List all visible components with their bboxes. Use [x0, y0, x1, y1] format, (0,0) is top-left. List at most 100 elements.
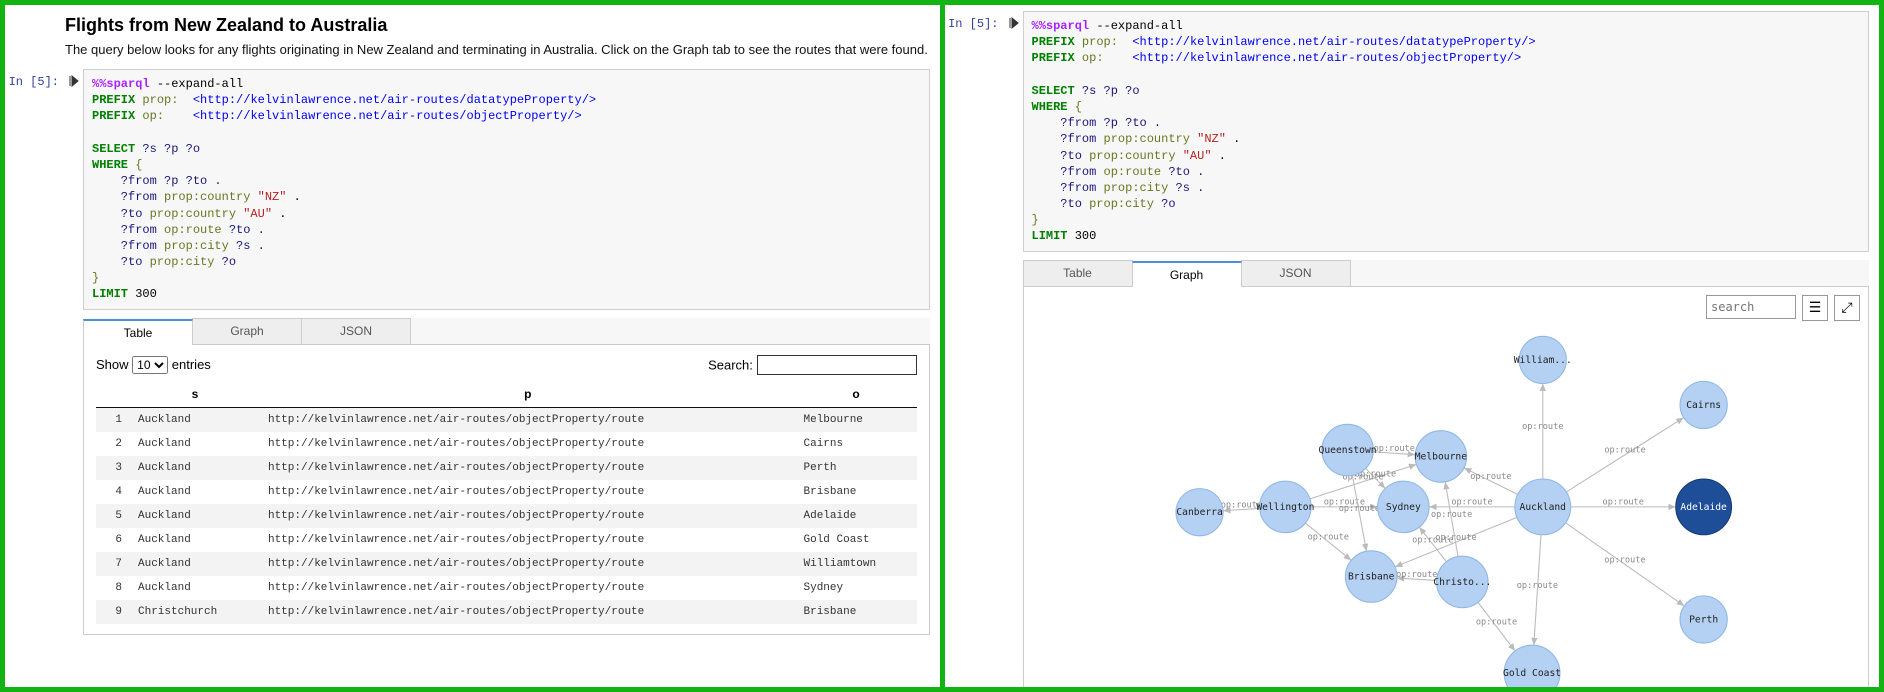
- cell-output: Table Graph JSON Show 10 entries Search:: [83, 318, 930, 635]
- graph-node-goldcoast[interactable]: Gold Coast: [1503, 645, 1561, 687]
- graph-edge[interactable]: op:route: [1430, 481, 1471, 556]
- graph-edge[interactable]: op:route: [1570, 497, 1675, 507]
- edge-label: op:route: [1522, 422, 1563, 432]
- cell-s: Auckland: [130, 552, 260, 576]
- code-cell: In [5]: %%sparql --expand-all PREFIX pro…: [945, 11, 1870, 252]
- graph-node-wellington[interactable]: Wellington: [1256, 481, 1314, 532]
- legend-icon[interactable]: ☰: [1802, 295, 1828, 321]
- row-index: 1: [96, 407, 130, 432]
- graph-edge[interactable]: op:route: [1522, 383, 1563, 478]
- graph-panel[interactable]: ☰ ⤢ op:routeop:routeop:routeop:routeop:r…: [1023, 287, 1870, 687]
- entries-select[interactable]: 10: [132, 356, 168, 374]
- tab-json[interactable]: JSON: [301, 318, 411, 344]
- run-cell-icon[interactable]: [1005, 11, 1023, 252]
- graph-edge[interactable]: op:route: [1373, 444, 1415, 455]
- graph-node-perth[interactable]: Perth: [1680, 596, 1727, 643]
- graph-node-cairns[interactable]: Cairns: [1680, 381, 1727, 428]
- graph-node-christo[interactable]: Christo...: [1433, 556, 1491, 607]
- col-s[interactable]: s: [130, 381, 260, 408]
- table-row[interactable]: 2 Auckland http://kelvinlawrence.net/air…: [96, 432, 917, 456]
- graph-edge[interactable]: op:route: [1305, 523, 1351, 560]
- graph-edge[interactable]: op:route: [1396, 570, 1437, 580]
- cell-p: http://kelvinlawrence.net/air-routes/obj…: [260, 432, 796, 456]
- graph-edge[interactable]: op:route: [1565, 522, 1684, 605]
- tab-table[interactable]: Table: [83, 319, 193, 345]
- graph-node-william[interactable]: William...: [1513, 336, 1571, 383]
- graph-node-melbourne[interactable]: Melbourne: [1414, 430, 1466, 481]
- cell-s: Auckland: [130, 432, 260, 456]
- row-index: 5: [96, 504, 130, 528]
- cell-s: Auckland: [130, 456, 260, 480]
- tab-graph[interactable]: Graph: [192, 318, 302, 344]
- edge-label: op:route: [1451, 497, 1492, 507]
- edge-label: op:route: [1338, 504, 1379, 514]
- graph-edge[interactable]: op:route: [1566, 417, 1683, 491]
- cell-p: http://kelvinlawrence.net/air-routes/obj…: [260, 528, 796, 552]
- table-panel: Show 10 entries Search: s: [83, 345, 930, 635]
- edge-label: op:route: [1470, 472, 1511, 482]
- tab-table[interactable]: Table: [1023, 260, 1133, 286]
- cell-s: Auckland: [130, 528, 260, 552]
- cell-p: http://kelvinlawrence.net/air-routes/obj…: [260, 576, 796, 600]
- edge-label: op:route: [1475, 617, 1516, 627]
- section-description: The query below looks for any flights or…: [65, 42, 930, 57]
- table-row[interactable]: 5 Auckland http://kelvinlawrence.net/air…: [96, 504, 917, 528]
- graph-toolbar: ☰ ⤢: [1706, 295, 1860, 321]
- graph-node-canberra[interactable]: Canberra: [1175, 488, 1222, 535]
- edge-label: op:route: [1220, 500, 1261, 510]
- table-row[interactable]: 6 Auckland http://kelvinlawrence.net/air…: [96, 528, 917, 552]
- tab-graph[interactable]: Graph: [1132, 261, 1242, 287]
- graph-edge[interactable]: op:route: [1220, 500, 1261, 510]
- table-search-input[interactable]: [757, 355, 917, 375]
- cell-o: Brisbane: [796, 480, 917, 504]
- code-editor[interactable]: %%sparql --expand-all PREFIX prop: <http…: [1023, 11, 1870, 252]
- edge-label: op:route: [1373, 444, 1414, 454]
- cell-output: Table Graph JSON ☰ ⤢: [1023, 260, 1870, 687]
- graph-edge[interactable]: op:route: [1463, 467, 1517, 494]
- cell-p: http://kelvinlawrence.net/air-routes/obj…: [260, 480, 796, 504]
- row-index: 7: [96, 552, 130, 576]
- code-cell: In [5]: %%sparql --expand-all PREFIX pro…: [5, 69, 930, 310]
- cell-p: http://kelvinlawrence.net/air-routes/obj…: [260, 504, 796, 528]
- fullscreen-icon[interactable]: ⤢: [1834, 295, 1860, 321]
- table-row[interactable]: 4 Auckland http://kelvinlawrence.net/air…: [96, 480, 917, 504]
- cell-o: Brisbane: [796, 600, 917, 624]
- edge-label: op:route: [1430, 510, 1471, 520]
- tab-json[interactable]: JSON: [1241, 260, 1351, 286]
- graph-node-brisbane[interactable]: Brisbane: [1345, 550, 1396, 601]
- row-index: 4: [96, 480, 130, 504]
- output-tabs: Table Graph JSON: [1023, 260, 1870, 287]
- table-row[interactable]: 1 Auckland http://kelvinlawrence.net/air…: [96, 407, 917, 432]
- table-row[interactable]: 8 Auckland http://kelvinlawrence.net/air…: [96, 576, 917, 600]
- code-editor[interactable]: %%sparql --expand-all PREFIX prop: <http…: [83, 69, 930, 310]
- col-o[interactable]: o: [796, 381, 917, 408]
- left-panel: Flights from New Zealand to Australia Th…: [5, 5, 940, 687]
- run-cell-icon[interactable]: [65, 69, 83, 310]
- graph-node-auckland[interactable]: Auckland: [1514, 479, 1570, 535]
- col-index[interactable]: [96, 381, 130, 408]
- graph-node-queenstown[interactable]: Queenstown: [1318, 424, 1376, 475]
- edge-label: op:route: [1604, 445, 1645, 455]
- graph-edge[interactable]: op:route: [1475, 602, 1516, 651]
- col-p[interactable]: p: [260, 381, 796, 408]
- cell-s: Auckland: [130, 576, 260, 600]
- cell-prompt: In [5]:: [5, 69, 65, 310]
- graph-node-sydney[interactable]: Sydney: [1377, 481, 1428, 532]
- row-index: 2: [96, 432, 130, 456]
- cell-p: http://kelvinlawrence.net/air-routes/obj…: [260, 600, 796, 624]
- graph-edge[interactable]: op:route: [1429, 497, 1515, 507]
- graph-canvas[interactable]: op:route op:route op:route op:route op:route…: [1024, 287, 1869, 687]
- output-tabs: Table Graph JSON: [83, 318, 930, 345]
- table-row[interactable]: 9 Christchurch http://kelvinlawrence.net…: [96, 600, 917, 624]
- graph-node-adelaide[interactable]: Adelaide: [1675, 479, 1731, 535]
- row-index: 9: [96, 600, 130, 624]
- table-row[interactable]: 3 Auckland http://kelvinlawrence.net/air…: [96, 456, 917, 480]
- table-search: Search:: [708, 355, 916, 375]
- cell-o: Adelaide: [796, 504, 917, 528]
- row-index: 8: [96, 576, 130, 600]
- graph-edge[interactable]: op:route: [1516, 534, 1557, 645]
- right-panel: In [5]: %%sparql --expand-all PREFIX pro…: [940, 5, 1880, 687]
- edge-label: op:route: [1516, 580, 1557, 590]
- table-row[interactable]: 7 Auckland http://kelvinlawrence.net/air…: [96, 552, 917, 576]
- graph-search-input[interactable]: [1706, 295, 1796, 319]
